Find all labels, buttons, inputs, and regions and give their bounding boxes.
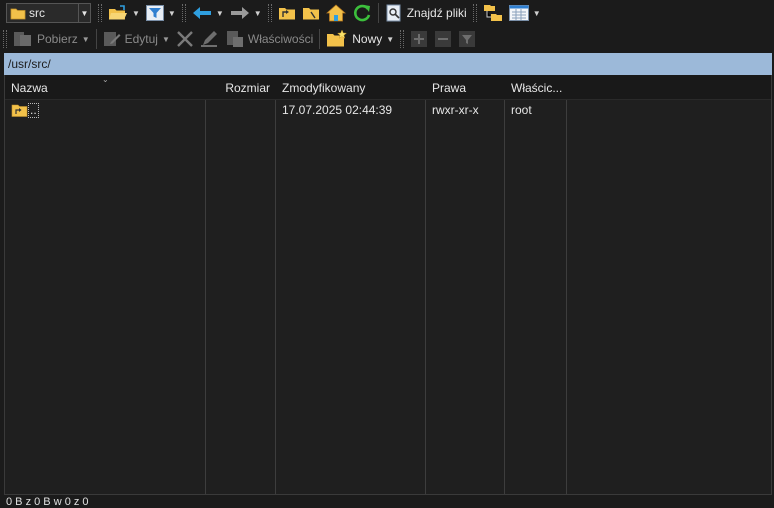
filter-icon	[145, 5, 164, 21]
column-divider-modified	[276, 75, 426, 494]
toolbar-separator	[319, 29, 321, 49]
drive-combo-box[interactable]: src	[6, 3, 79, 23]
arrow-right-icon	[230, 7, 249, 19]
edit-dropdown-arrow[interactable]: ▼	[162, 35, 170, 44]
rename-icon	[200, 31, 217, 47]
main-toolbar: src ▼ ▼ ▼ ▼ ▼ Znajdź pliki ▼	[0, 0, 774, 26]
select-files-button[interactable]	[407, 28, 431, 50]
edit-label: Edytuj	[124, 32, 158, 46]
parent-folder-icon	[278, 8, 295, 20]
toolbar-grip[interactable]	[400, 30, 405, 48]
forward-button[interactable]	[227, 2, 253, 24]
toolbar-grip[interactable]	[181, 4, 186, 22]
tree-view-icon	[483, 5, 502, 21]
download-icon	[14, 32, 31, 46]
tree-view-button[interactable]	[480, 2, 506, 24]
table-row[interactable]: .. 17.07.2025 02:44:39 rwxr-xr-x root	[5, 100, 771, 120]
column-divider-owner	[505, 75, 567, 494]
parent-directory-button[interactable]	[275, 2, 299, 24]
filter-dropdown-arrow[interactable]: ▼	[168, 9, 176, 18]
column-divider-size	[206, 75, 276, 494]
new-button[interactable]: Nowy	[323, 28, 385, 50]
parent-folder-icon	[11, 104, 28, 117]
folder-icon	[10, 8, 26, 20]
open-directory-button[interactable]	[105, 2, 131, 24]
filter-selection-button[interactable]	[455, 28, 479, 50]
minus-icon	[435, 31, 452, 47]
edit-button[interactable]: Edytuj	[100, 28, 161, 50]
view-mode-button[interactable]	[506, 2, 532, 24]
column-header-size[interactable]: Rozmiar	[206, 75, 276, 100]
modified-cell: 17.07.2025 02:44:39	[282, 103, 393, 117]
back-dropdown-arrow[interactable]: ▼	[216, 9, 224, 18]
find-files-label: Znajdź pliki	[406, 6, 467, 20]
open-folder-icon	[109, 5, 127, 20]
column-header-modified[interactable]: Zmodyfikowany	[276, 75, 426, 100]
unselect-files-button[interactable]	[431, 28, 455, 50]
back-button[interactable]	[189, 2, 215, 24]
properties-icon	[226, 31, 243, 47]
toolbar-grip[interactable]	[3, 30, 7, 48]
funnel-icon	[459, 31, 476, 47]
drive-combo-dropdown-button[interactable]: ▼	[79, 3, 91, 23]
forward-dropdown-arrow[interactable]: ▼	[254, 9, 262, 18]
new-label: Nowy	[352, 32, 383, 46]
refresh-button[interactable]	[349, 2, 375, 24]
find-files-button[interactable]: Znajdź pliki	[382, 2, 470, 24]
column-header-name[interactable]: Nazwa	[5, 75, 206, 100]
download-dropdown-arrow[interactable]: ▼	[82, 35, 90, 44]
new-folder-icon	[327, 30, 348, 47]
column-divider-rights	[426, 75, 505, 494]
refresh-icon	[353, 4, 370, 22]
column-header-rights[interactable]: Prawa	[426, 75, 505, 100]
details-view-icon	[508, 5, 529, 21]
rename-button[interactable]	[197, 28, 223, 50]
drive-combo[interactable]: src ▼	[6, 3, 95, 23]
home-icon	[325, 4, 346, 22]
download-button[interactable]: Pobierz	[10, 28, 81, 50]
delete-button[interactable]	[173, 28, 197, 50]
file-list[interactable]: ⌄ Nazwa Rozmiar Zmodyfikowany Prawa Właś…	[4, 75, 772, 495]
column-divider-name	[5, 75, 206, 494]
properties-label: Właściwości	[247, 32, 314, 46]
path-bar[interactable]: /usr/src/	[4, 53, 772, 75]
file-toolbar: Pobierz ▼ Edytuj ▼ Właściwości Nowy ▼	[0, 26, 774, 52]
view-mode-dropdown-arrow[interactable]: ▼	[533, 9, 541, 18]
rights-cell: rwxr-xr-x	[432, 103, 479, 117]
status-bar: 0 B z 0 B w 0 z 0	[6, 496, 89, 508]
name-cell: ..	[5, 100, 206, 120]
delete-icon	[177, 31, 193, 47]
filter-button[interactable]	[143, 2, 167, 24]
arrow-left-icon	[192, 7, 211, 19]
new-dropdown-arrow[interactable]: ▼	[386, 35, 394, 44]
owner-cell: root	[511, 103, 532, 117]
open-directory-dropdown-arrow[interactable]: ▼	[132, 9, 140, 18]
toolbar-grip[interactable]	[98, 4, 102, 22]
properties-button[interactable]: Właściwości	[223, 28, 316, 50]
download-label: Pobierz	[37, 32, 78, 46]
edit-icon	[103, 32, 121, 46]
toolbar-separator	[377, 3, 379, 23]
file-name: ..	[28, 102, 39, 118]
root-folder-icon	[302, 8, 319, 20]
column-header-row: ⌄ Nazwa Rozmiar Zmodyfikowany Prawa Właś…	[5, 75, 771, 100]
home-directory-button[interactable]	[323, 2, 349, 24]
find-files-icon	[386, 4, 401, 22]
drive-combo-value: src	[29, 6, 45, 20]
toolbar-separator	[95, 29, 97, 49]
toolbar-grip[interactable]	[472, 4, 477, 22]
column-header-owner[interactable]: Właścic...	[505, 75, 567, 100]
plus-icon	[411, 31, 428, 47]
root-directory-button[interactable]	[299, 2, 323, 24]
toolbar-grip[interactable]	[267, 4, 272, 22]
size-cell	[206, 100, 276, 120]
